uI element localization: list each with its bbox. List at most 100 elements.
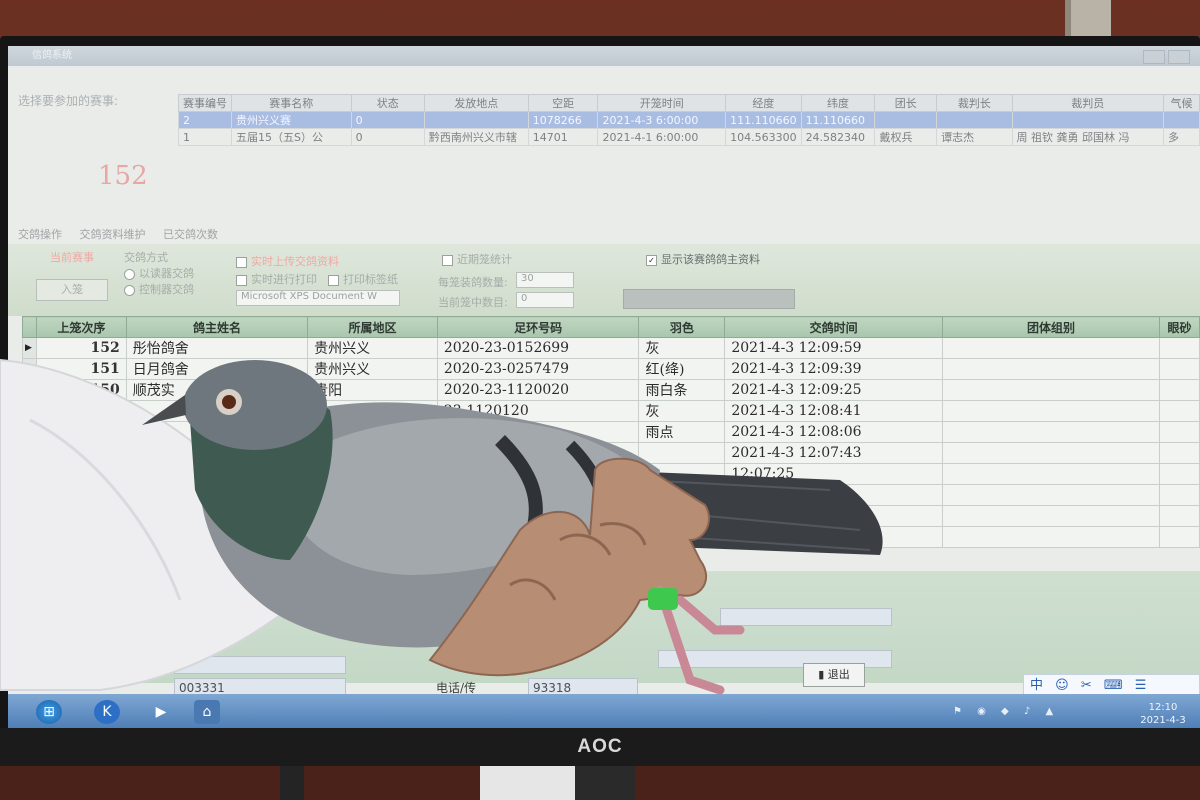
taskbar-clock[interactable]: 12:10 2021-4-3 [1128,701,1198,727]
table-row[interactable]: 33 [22,526,1200,548]
minimize-button[interactable] [1143,50,1165,64]
clock-column-header[interactable]: 眼砂 [1159,316,1200,338]
printer-select[interactable]: Microsoft XPS Document W [236,290,400,306]
race-cell-distance: 1078266 [527,111,599,129]
status-field [623,289,795,309]
exit-button[interactable]: ▮ 退出 [803,663,865,687]
race-cell-judges [1011,111,1165,129]
print-checkbox[interactable]: 实时进行打印 [236,271,317,287]
upload-checkbox[interactable]: 实时上传交鸽资料 [236,253,339,269]
row-indicator [22,484,37,506]
per-cage-stepper[interactable]: 30 [516,272,574,288]
table-row[interactable]: ▶ 152 彤怡鸽舍 贵州兴义 2020-23-0152699 灰 2021-4-3 12:… [22,337,1200,359]
current-cage-stepper[interactable]: 0 [516,292,574,308]
table-row[interactable]: 151 日月鸽舍 贵州兴义 2020-23-0257479 红(绛) 2021-4-3 1… [22,358,1200,380]
system-tray[interactable]: ⚑ ◉ ◆ ♪ ▲ [953,706,1059,717]
race-column-header[interactable]: 气候 [1163,94,1200,112]
clock-cell-color [638,505,726,527]
table-row[interactable]: 23-1120120 灰 2021-4-3 12:08:41 [22,400,1200,422]
clock-column-header[interactable]: 所属地区 [307,316,438,338]
k-app-icon[interactable]: K [94,700,120,724]
tab-data-maintenance[interactable]: 交鸽资料维护 [80,228,146,241]
race-cell-leader: 戴权兵 [874,128,938,146]
race-cell-status: 0 [350,128,425,146]
media-player-icon[interactable]: ▶ [148,700,174,724]
clock-column-header[interactable]: 鸽主姓名 [125,316,309,338]
race-column-header[interactable]: 状态 [350,94,425,112]
race-column-header[interactable]: 裁判长 [936,94,1013,112]
table-row[interactable]: 06:30 [22,505,1200,527]
table-row[interactable]: 12:07:25 [22,463,1200,485]
home-app-icon[interactable]: ⌂ [194,700,220,724]
clock-cell-region [307,442,438,464]
clock-cell-time: 07:01 [724,484,943,506]
clock-column-header[interactable]: 足环号码 [436,316,640,338]
radio-reader[interactable]: 以读器交鸽 [124,265,194,281]
clock-column-header[interactable]: 羽色 [638,316,726,338]
race-row[interactable]: 1 五届15（五S）公 0 黔西南州兴义市辖 14701 2021-4-1 6:00:00… [178,128,1200,146]
clock-cell-time: 06:30 [724,505,943,527]
clock-cell-eye [1159,484,1200,506]
table-row[interactable]: 2021-4-3 12:07:43 [22,442,1200,464]
print-tag-checkbox[interactable]: 打印标签纸 [328,271,398,287]
clock-table[interactable]: 上笼次序 鸽主姓名 所属地区 足环号码 羽色 交鸽时间 团体组别 眼砂 ▶ 152 彤怡鸽舍 贵州兴… [22,316,1200,548]
clock-cell-group [941,337,1161,359]
clock-cell-ring: 2020-23-0257479 [436,358,640,380]
table-row[interactable]: 150 顺茂实 贵阳 2020-23-1120020 雨白条 2021-4-3 12:09… [22,379,1200,401]
clock-cell-eye [1159,358,1200,380]
clock-cell-group [941,400,1161,422]
radio-controller[interactable]: 控制器交鸽 [124,281,194,297]
clock-column-header[interactable]: 交鸽时间 [724,316,943,338]
race-cell-lat: 11.110660 [800,111,876,129]
race-table[interactable]: 赛事编号 赛事名称 状态 发放地点 空距 开笼时间 经度 纬度 团长 裁判长 裁判员 气候 2 贵州兴义… [178,94,1200,146]
clock-cell-ring: 2020-23-0152699 [436,337,640,359]
tab-clock-op[interactable]: 交鸽操作 [18,228,62,241]
race-column-header[interactable]: 经度 [725,94,802,112]
show-owner-checkbox[interactable]: ✓ 显示该赛鸽鸽主资料 [646,251,760,267]
clock-column-header[interactable]: 团体组别 [941,316,1161,338]
clock-column-header[interactable]: 上笼次序 [35,316,127,338]
clock-cell-ring [436,442,640,464]
race-column-header[interactable]: 赛事编号 [178,94,232,112]
blank-field[interactable] [174,656,346,674]
clock-cell-region [307,484,438,506]
clock-cell-color: 雨点 [638,421,726,443]
race-column-header[interactable]: 裁判员 [1011,94,1165,112]
tab-clocked-count[interactable]: 已交鸽次数 [163,228,218,241]
row-indicator-header [22,316,37,338]
race-column-header[interactable]: 发放地点 [423,94,529,112]
race-cell-no: 2 [178,111,232,129]
clock-cell-group [941,505,1161,527]
table-row[interactable]: 雨点 2021-4-3 12:08:06 [22,421,1200,443]
clock-cell-color: 雨白条 [638,379,726,401]
stats-checkbox[interactable]: 近期笼统计 [442,251,512,267]
race-column-header[interactable]: 赛事名称 [231,94,352,112]
clock-cell-region: 贵阳 [307,379,438,401]
race-cell-lat: 24.582340 [800,128,876,146]
cage-button[interactable]: 入笼 [36,279,108,301]
clock-cell-group [941,379,1161,401]
race-column-header[interactable]: 团长 [874,94,938,112]
race-column-header[interactable]: 纬度 [800,94,876,112]
clock-cell-eye [1159,505,1200,527]
race-cell-chief: 谭志杰 [936,128,1013,146]
clock-cell-rank: 152 [35,337,127,359]
row-indicator [22,379,37,401]
monitor-brand-logo: AOC [577,736,623,757]
race-column-header[interactable]: 空距 [527,94,599,112]
ime-bar[interactable]: 中 ☺ ✂ ⌨ ☰ [1023,674,1200,696]
wall-bracket [1065,0,1111,38]
clock-cell-group [941,442,1161,464]
clock-cell-ring: 23-1120120 [436,400,640,422]
race-column-header[interactable]: 开笼时间 [597,94,727,112]
maximize-button[interactable] [1168,50,1190,64]
row-indicator [22,400,37,422]
clock-cell-time: 2021-4-3 12:09:59 [724,337,943,359]
table-row[interactable]: 07:01 [22,484,1200,506]
row-indicator [22,463,37,485]
info-field-1[interactable] [720,608,892,626]
clock-cell-time: 12:07:25 [724,463,943,485]
race-row[interactable]: 2 贵州兴义赛 0 1078266 2021-4-3 6:00:00 111.110660… [178,111,1200,129]
start-button[interactable]: ⊞ [36,700,62,724]
clock-cell-group [941,463,1161,485]
